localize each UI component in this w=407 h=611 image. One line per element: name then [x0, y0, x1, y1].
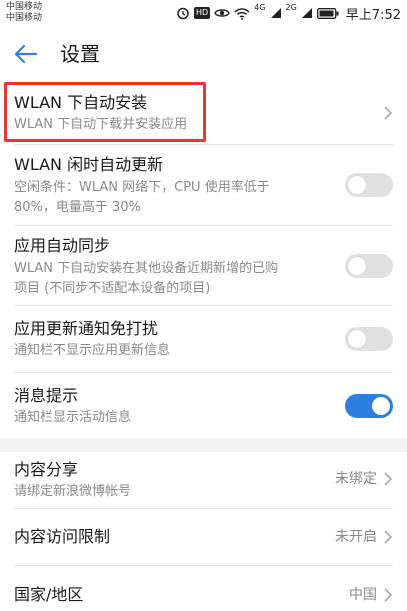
carrier-label-2: 中国移动: [6, 13, 43, 23]
setting-message-notify[interactable]: 消息提示 通知栏显示活动信息: [0, 373, 407, 438]
setting-title: 消息提示: [14, 386, 79, 405]
toggle-switch[interactable]: [345, 173, 393, 197]
setting-update-notify-dnd[interactable]: 应用更新通知免打扰 通知栏不显示应用更新信息: [0, 306, 407, 372]
setting-wlan-idle-update[interactable]: WLAN 闲时自动更新 空闲条件：WLAN 网络下，CPU 使用率低于 80%，…: [0, 145, 407, 225]
signal-icon-2: [301, 8, 312, 18]
toggle-switch[interactable]: [345, 394, 393, 418]
back-arrow-icon: [14, 44, 38, 64]
setting-description-line-2: 项目 (不同步不适配本设备的项目): [14, 281, 211, 296]
app-header: 设置: [0, 26, 407, 82]
status-icons: HD 4G 2G 早上7:52: [176, 3, 401, 23]
clock: 早上7:52: [345, 7, 401, 23]
setting-app-auto-sync[interactable]: 应用自动同步 WLAN 下自动安装在其他设备近期新增的已购 项目 (不同步不适配…: [0, 226, 407, 305]
toggle-knob: [372, 397, 390, 415]
back-button[interactable]: [12, 40, 40, 68]
setting-description-line-1: 空闲条件：WLAN 网络下，CPU 使用率低于: [14, 180, 270, 195]
setting-description-line-2: 80%，电量高于 30%: [14, 200, 141, 215]
chevron-right-icon: [384, 588, 393, 602]
setting-title: 内容访问限制: [14, 527, 111, 546]
setting-title: 国家/地区: [14, 585, 84, 604]
page-title: 设置: [60, 42, 100, 66]
battery-icon: [316, 7, 339, 19]
alarm-icon: [177, 7, 189, 20]
chevron-right-icon: [384, 106, 393, 120]
toggle-knob: [348, 176, 366, 194]
toggle-knob: [348, 257, 366, 275]
settings-group-content: 内容分享 请绑定新浪微博帐号 未绑定 内容访问限制 未开启 国家/地区 中国: [0, 452, 407, 611]
network-type-2: 2G: [285, 3, 297, 12]
chevron-right-icon: [384, 472, 393, 486]
setting-value: 未绑定: [335, 471, 377, 487]
highlight-box: [4, 82, 206, 142]
carrier-label-1: 中国移动: [6, 2, 43, 12]
network-type-1: 4G: [254, 3, 266, 12]
toggle-knob: [348, 330, 366, 348]
setting-content-share[interactable]: 内容分享 请绑定新浪微博帐号 未绑定: [0, 452, 407, 508]
setting-title: 内容分享: [14, 460, 79, 479]
setting-description: 通知栏显示活动信息: [14, 410, 132, 425]
setting-value: 未开启: [335, 529, 377, 545]
setting-value: 中国: [349, 587, 377, 603]
setting-country-region[interactable]: 国家/地区 中国: [0, 566, 407, 611]
eye-icon: [214, 9, 230, 17]
toggle-switch[interactable]: [345, 254, 393, 278]
setting-title: WLAN 闲时自动更新: [14, 155, 164, 174]
setting-description: 请绑定新浪微博帐号: [14, 484, 132, 499]
signal-icon: [270, 8, 281, 18]
setting-title: 应用更新通知免打扰: [14, 319, 159, 338]
setting-description-line-1: WLAN 下自动安装在其他设备近期新增的已购: [14, 261, 279, 276]
setting-title: 应用自动同步: [14, 236, 111, 255]
setting-description: 通知栏不显示应用更新信息: [14, 343, 171, 358]
chevron-right-icon: [384, 530, 393, 544]
setting-content-access-limit[interactable]: 内容访问限制 未开启: [0, 509, 407, 565]
toggle-switch[interactable]: [345, 327, 393, 351]
status-bar: 中国移动 中国移动 HD 4G 2G 早上7:52: [0, 0, 407, 26]
hd-icon: HD: [194, 7, 211, 19]
wifi-icon: [234, 7, 250, 20]
